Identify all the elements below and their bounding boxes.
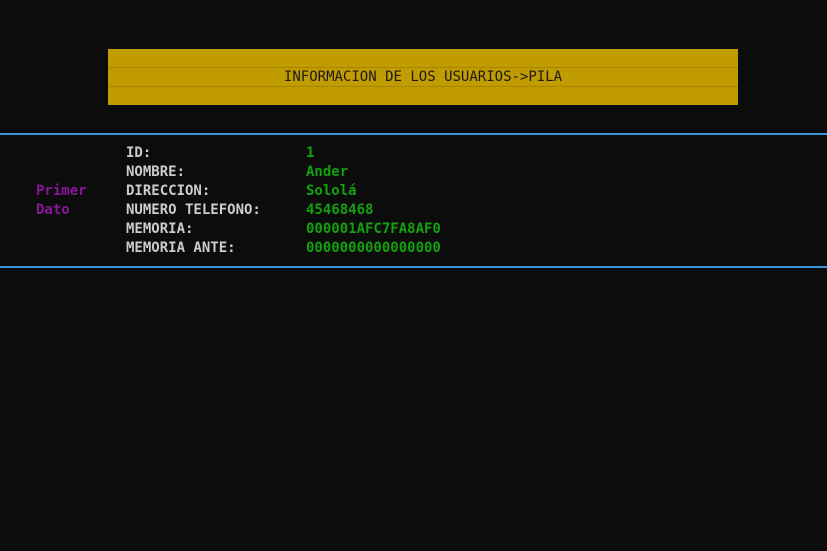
banner-title-text: INFORMACION DE LOS USUARIOS->PILA [281,69,565,85]
banner-title: INFORMACION DE LOS USUARIOS->PILA [108,68,738,86]
title-banner: INFORMACION DE LOS USUARIOS->PILA [108,49,738,105]
field-label-memoria-ante: MEMORIA ANTE: [126,240,236,256]
field-label-direccion: DIRECCION: [126,183,211,199]
field-label-telefono: NUMERO TELEFONO: [126,202,261,218]
field-label-memoria: MEMORIA: [126,221,194,237]
field-label-nombre: NOMBRE: [126,164,186,180]
field-value-memoria: 000001AFC7FA8AF0 [306,221,441,237]
field-value-nombre: Ander [306,164,349,180]
field-value-telefono: 45468468 [306,202,374,218]
field-value-memoria-ante: 0000000000000000 [306,240,441,256]
record-label-line1: Primer [36,183,87,199]
record-label-line2: Dato [36,202,70,218]
field-value-id: 1 [306,145,315,161]
field-label-id: ID: [126,145,152,161]
banner-rule-bottom [108,86,738,87]
field-value-direccion: Sololá [306,183,357,199]
separator-top [0,133,827,135]
separator-bottom [0,266,827,268]
